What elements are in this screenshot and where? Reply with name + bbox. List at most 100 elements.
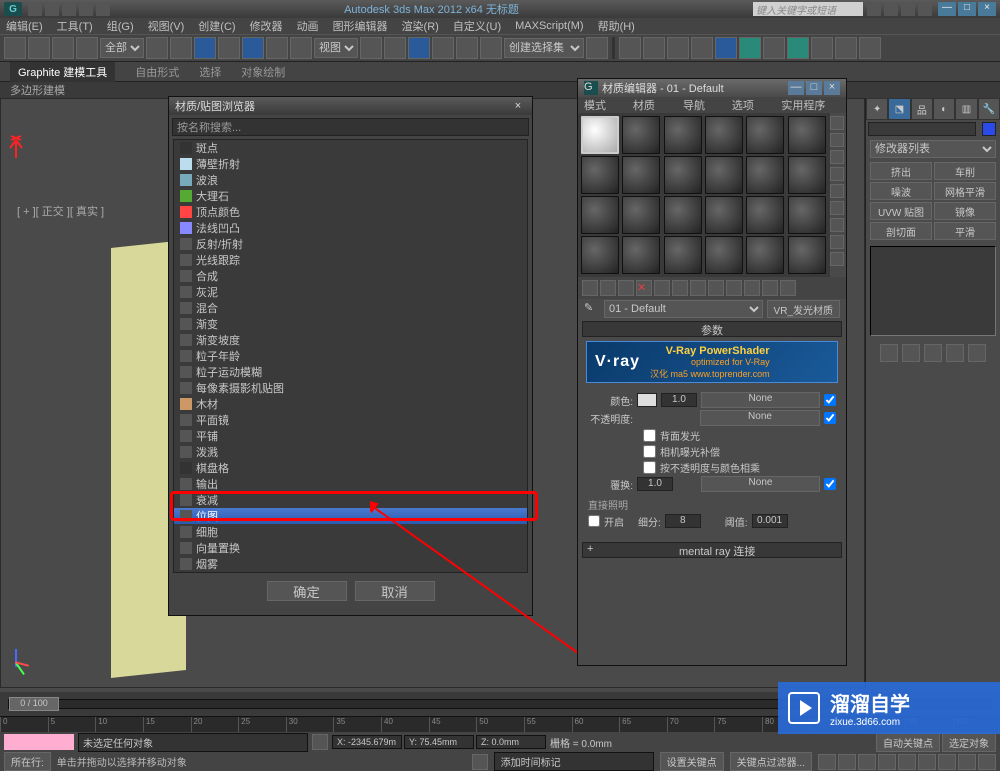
browser-titlebar[interactable]: 材质/贴图浏览器 × (169, 97, 532, 115)
lock-icon[interactable] (312, 734, 328, 750)
unique-icon[interactable] (924, 344, 942, 362)
material-slot[interactable] (581, 196, 619, 234)
object-color-swatch[interactable] (982, 122, 996, 136)
material-slot[interactable] (622, 116, 660, 154)
browser-list-item[interactable]: 粒子运动模糊 (174, 364, 527, 380)
menu-help[interactable]: 帮助(H) (598, 18, 635, 34)
percent-snap-button[interactable] (456, 37, 478, 59)
vray-2-button[interactable] (835, 37, 857, 59)
material-name-dropdown[interactable]: 01 - Default (604, 300, 763, 318)
material-slot[interactable] (746, 156, 784, 194)
browser-list-item[interactable]: 法线凹凸 (174, 220, 527, 236)
star-icon[interactable] (901, 2, 915, 16)
browser-list-item[interactable]: 粒子年龄 (174, 348, 527, 364)
qat-undo-icon[interactable] (79, 2, 93, 16)
play-start-icon[interactable] (818, 754, 836, 770)
menu-custom[interactable]: 自定义(U) (453, 18, 501, 34)
browser-list-item[interactable]: 灰泥 (174, 284, 527, 300)
time-tag-label[interactable]: 添加时间标记 (494, 752, 654, 771)
material-slot[interactable] (664, 196, 702, 234)
qat-save-icon[interactable] (62, 2, 76, 16)
mod-mirror[interactable]: 镜像 (934, 202, 996, 220)
menu-graph[interactable]: 图形编辑器 (333, 18, 388, 34)
browser-close-button[interactable]: × (510, 100, 526, 112)
mod-uvw[interactable]: UVW 贴图 (870, 202, 932, 220)
mateditor-max-button[interactable]: □ (806, 81, 822, 95)
browser-list-item[interactable]: 烟雾 (174, 556, 527, 572)
material-slot[interactable] (746, 196, 784, 234)
pivot-button[interactable] (360, 37, 382, 59)
pick-icon[interactable]: ✎ (584, 301, 600, 317)
ribbon-graphite[interactable]: Graphite 建模工具 (10, 62, 115, 82)
menu-maxscript[interactable]: MAXScript(M) (515, 20, 583, 32)
mod-noise[interactable]: 噪波 (870, 182, 932, 200)
nav-pan-icon[interactable] (918, 754, 936, 770)
vray-1-button[interactable] (811, 37, 833, 59)
override-enable[interactable] (824, 478, 836, 490)
matmenu-nav[interactable]: 导航(N) (683, 97, 720, 113)
time-thumb[interactable]: 0 / 100 (9, 697, 59, 711)
setkey-button[interactable]: 设置关键点 (660, 752, 724, 771)
browser-list-item[interactable]: 位图 (174, 508, 527, 524)
browser-list-item[interactable]: 波浪 (174, 172, 527, 188)
matmenu-mode[interactable]: 模式(D) (584, 97, 621, 113)
thresh-val[interactable]: 0.001 (752, 514, 788, 528)
material-slot[interactable] (746, 116, 784, 154)
get-material-icon[interactable] (582, 280, 598, 296)
material-slot[interactable] (581, 236, 619, 274)
autokey-button[interactable]: 自动关键点 (876, 733, 940, 752)
rollup-params[interactable]: 参数 (582, 321, 842, 337)
material-slot[interactable] (788, 196, 826, 234)
browser-search-input[interactable]: 按名称搜索... (172, 118, 529, 136)
play-end-icon[interactable] (898, 754, 916, 770)
browser-list-item[interactable]: 棋盘格 (174, 460, 527, 476)
copy-icon[interactable] (654, 280, 670, 296)
browser-list-item[interactable]: 渐变坡度 (174, 332, 527, 348)
maximize-button[interactable]: □ (958, 2, 976, 16)
menu-tools[interactable]: 工具(T) (57, 18, 93, 34)
scale-button[interactable] (290, 37, 312, 59)
redo-button[interactable] (28, 37, 50, 59)
coord-y[interactable]: Y: 75.45mm (404, 735, 474, 749)
material-slot[interactable] (705, 156, 743, 194)
browser-list-item[interactable]: 每像素摄影机贴图 (174, 380, 527, 396)
material-slot[interactable] (788, 156, 826, 194)
mateditor-close-button[interactable]: × (824, 81, 840, 95)
menu-create[interactable]: 创建(C) (198, 18, 235, 34)
browser-list-item[interactable]: 光线跟踪 (174, 252, 527, 268)
ref-coord[interactable]: 视图 (314, 38, 358, 58)
tab-utility[interactable]: 🔧 (978, 98, 1000, 120)
tab-motion[interactable]: ◐ (933, 98, 955, 120)
override-val[interactable]: 1.0 (637, 477, 673, 491)
ribbon-paint[interactable]: 对象绘制 (241, 64, 285, 80)
mateditor-min-button[interactable]: — (788, 81, 804, 95)
browser-list-item[interactable]: 薄壁折射 (174, 156, 527, 172)
material-slot[interactable] (788, 116, 826, 154)
options-icon[interactable] (830, 218, 844, 232)
material-slot[interactable] (664, 236, 702, 274)
browser-list-item[interactable]: 合成 (174, 268, 527, 284)
app-logo[interactable]: G (4, 2, 22, 16)
show-result-icon[interactable] (902, 344, 920, 362)
color-map-button[interactable]: None (701, 392, 820, 408)
material-type-button[interactable]: VR_发光材质 (767, 300, 840, 318)
layer-label[interactable]: 所在行: (4, 752, 51, 771)
link-button[interactable] (52, 37, 74, 59)
spinner-snap-button[interactable] (480, 37, 502, 59)
coord-z[interactable]: Z: 0.0mm (476, 735, 546, 749)
object-name-field[interactable] (868, 122, 976, 136)
nav-zoom-icon[interactable] (938, 754, 956, 770)
vray-3-button[interactable] (859, 37, 881, 59)
rotate-button[interactable] (266, 37, 288, 59)
opacity-map-button[interactable]: None (700, 410, 820, 426)
sample-type-icon[interactable] (830, 116, 844, 130)
undo-button[interactable] (4, 37, 26, 59)
sample-uv-icon[interactable] (830, 167, 844, 181)
coord-x[interactable]: X: -2345.679m (332, 735, 402, 749)
nav-orbit-icon[interactable] (958, 754, 976, 770)
material-slot[interactable] (664, 116, 702, 154)
named-selection[interactable]: 创建选择集 (504, 38, 584, 58)
nav-max-icon[interactable] (978, 754, 996, 770)
select-button[interactable] (146, 37, 168, 59)
opacity-map-enable[interactable] (824, 412, 836, 424)
